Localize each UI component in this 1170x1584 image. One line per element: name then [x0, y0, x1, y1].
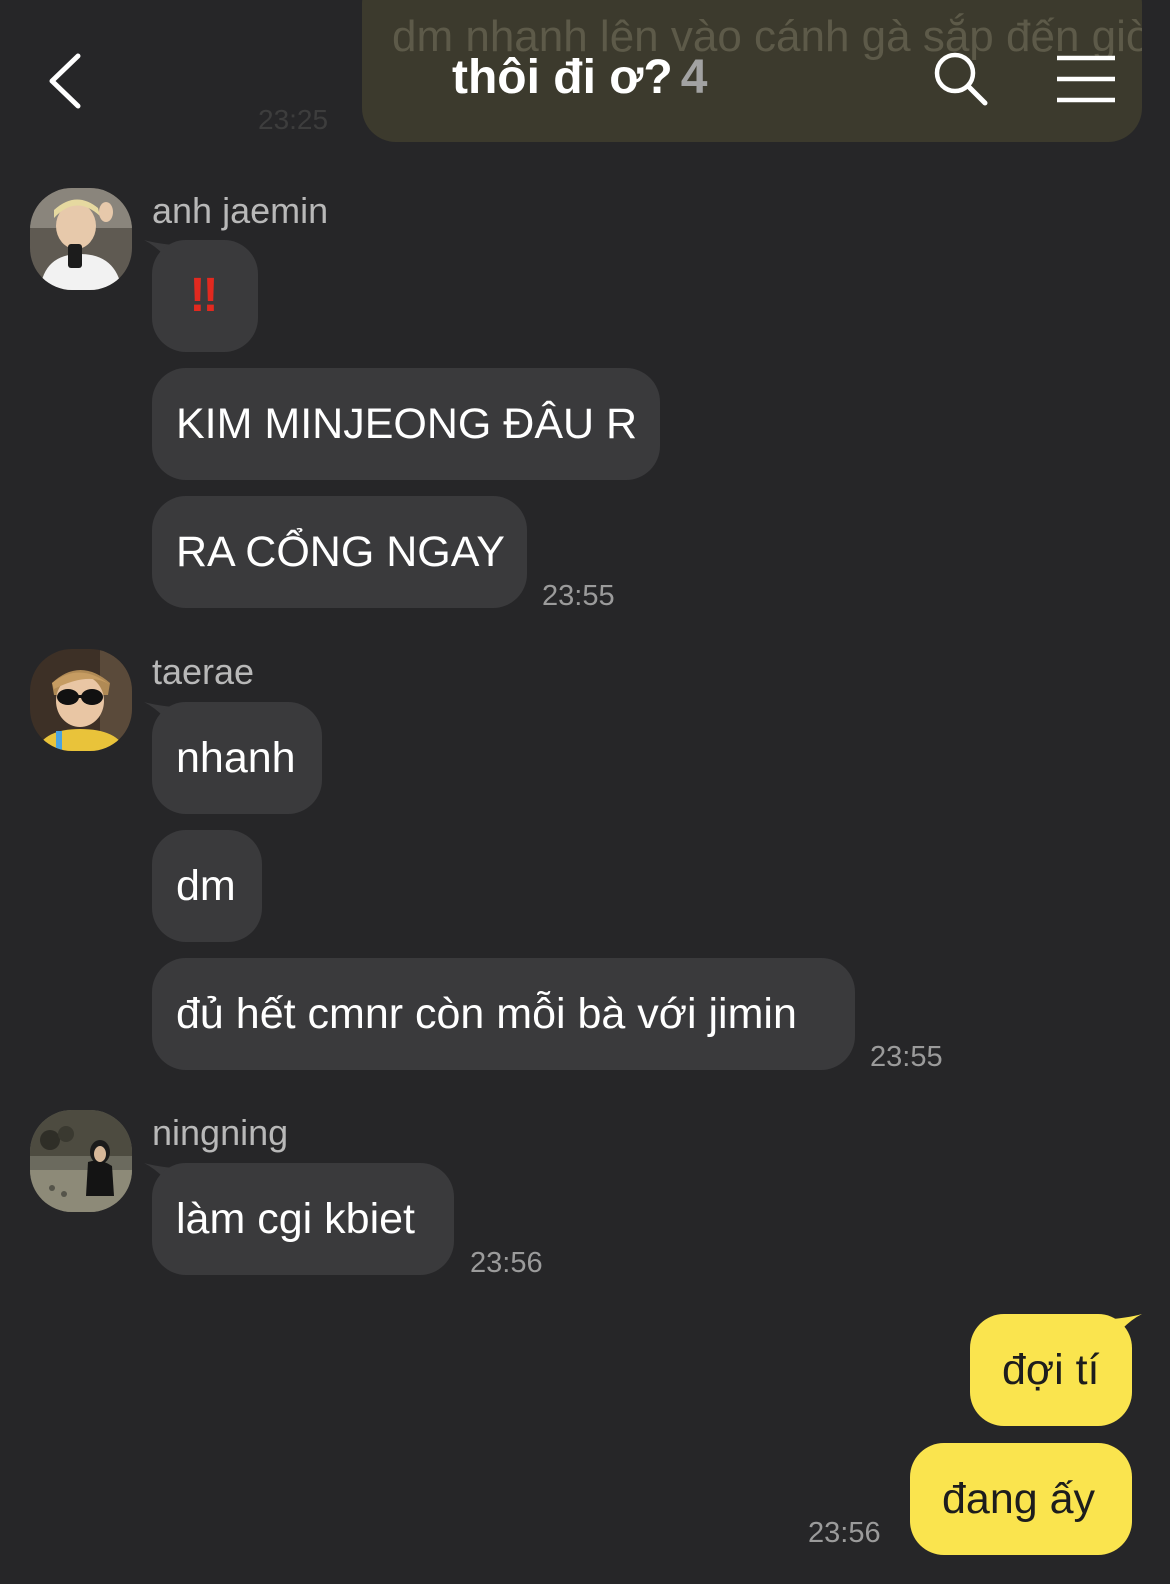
message-bubble[interactable]: ‼: [152, 240, 258, 352]
chat-title-text: thôi đi ơ?: [452, 51, 673, 104]
message-text: đang ấy: [942, 1475, 1096, 1523]
double-exclamation-emoji: ‼: [189, 269, 221, 322]
message-bubble[interactable]: đủ hết cmnr còn mỗi bà với jimin: [152, 958, 855, 1070]
sender-name: taerae: [152, 651, 255, 692]
message-time: 23:56: [470, 1247, 543, 1279]
message-time: 23:55: [870, 1041, 943, 1073]
message-bubble[interactable]: nhanh: [152, 702, 322, 814]
search-icon[interactable]: [932, 50, 990, 108]
my-message-bubble[interactable]: đang ấy: [910, 1443, 1132, 1555]
message-text: đủ hết cmnr còn mỗi bà với jimin: [176, 990, 797, 1038]
avatar-anh-jaemin[interactable]: [30, 188, 132, 290]
previous-message-time: 23:25: [258, 104, 329, 135]
avatar-ningning[interactable]: [30, 1110, 132, 1212]
message-text: đợi tí: [1002, 1346, 1100, 1394]
message-text: nhanh: [176, 734, 296, 782]
message-bubble[interactable]: dm: [152, 830, 262, 942]
message-text: làm cgi kbiet: [176, 1195, 415, 1243]
message-time: 23:56: [808, 1517, 881, 1549]
chevron-left-icon[interactable]: [40, 46, 100, 116]
message-bubble[interactable]: KIM MINJEONG ĐÂU R: [152, 368, 660, 480]
message-time: 23:55: [542, 580, 615, 612]
menu-icon[interactable]: [1055, 54, 1117, 104]
member-count: 4: [680, 51, 708, 104]
avatar-taerae[interactable]: [30, 649, 132, 751]
message-bubble[interactable]: RA CỔNG NGAY: [152, 496, 527, 608]
message-text: dm: [176, 862, 236, 910]
message-text: RA CỔNG NGAY: [176, 528, 505, 576]
sender-name: anh jaemin: [152, 190, 329, 231]
message-bubble[interactable]: làm cgi kbiet: [152, 1163, 454, 1275]
my-message-bubble[interactable]: đợi tí: [970, 1314, 1132, 1426]
message-text: KIM MINJEONG ĐÂU R: [176, 400, 638, 448]
sender-name: ningning: [152, 1112, 289, 1153]
chat-title: thôi đi ơ? 4: [452, 50, 707, 105]
